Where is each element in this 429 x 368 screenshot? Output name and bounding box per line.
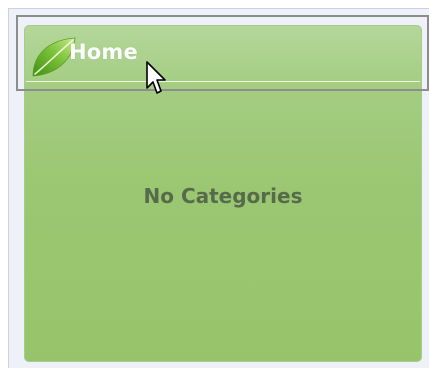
mouse-cursor-icon: [146, 61, 166, 94]
header-divider: [26, 81, 420, 82]
panel-title: Home: [69, 40, 138, 64]
empty-state-message: No Categories: [143, 184, 303, 208]
categories-panel: Home No Categories: [24, 25, 422, 362]
panel-header[interactable]: Home: [25, 26, 421, 82]
